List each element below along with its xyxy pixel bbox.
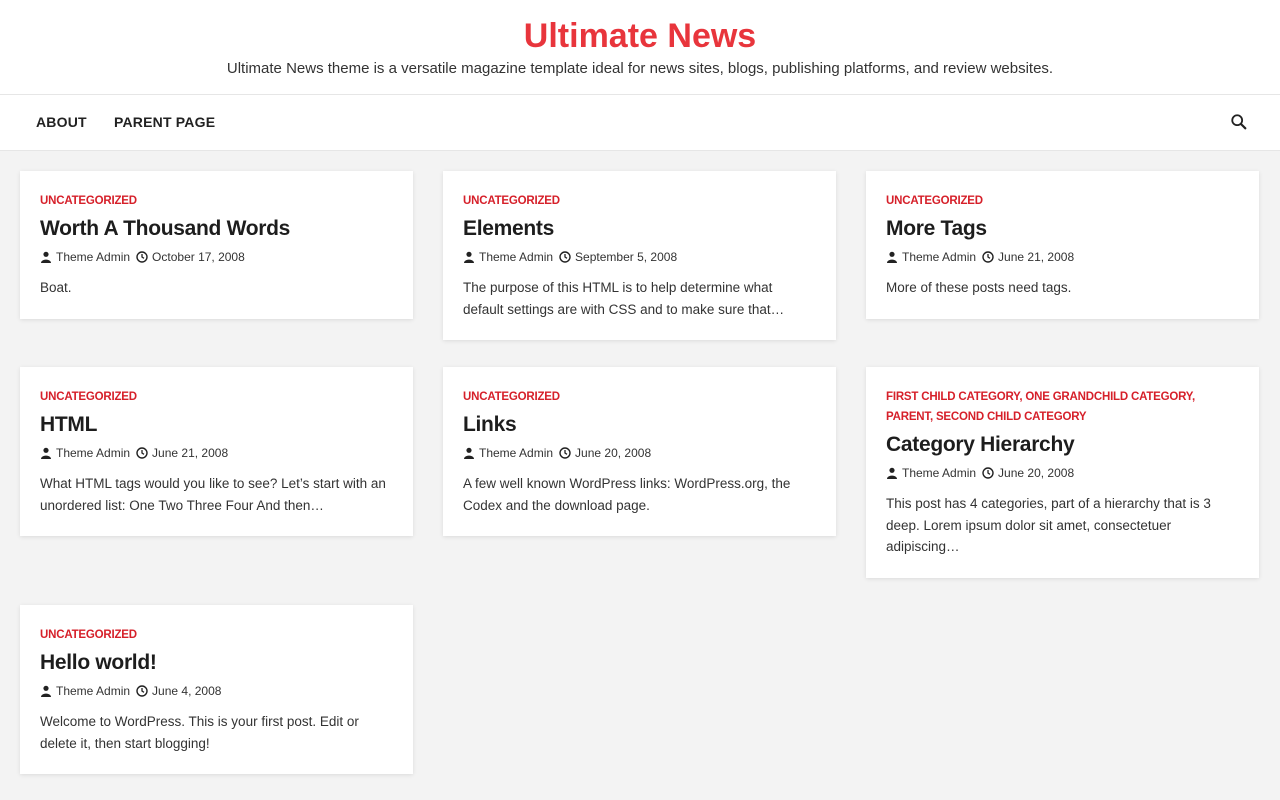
date-text: June 21, 2008 bbox=[152, 446, 229, 460]
post-card: UNCATEGORIZED Worth A Thousand Words The… bbox=[20, 171, 413, 319]
site-description: Ultimate News theme is a versatile magaz… bbox=[226, 60, 1054, 77]
post-author[interactable]: Theme Admin bbox=[886, 465, 976, 481]
post-card: UNCATEGORIZED HTML Theme Admin June 21, … bbox=[20, 367, 413, 536]
post-excerpt: The purpose of this HTML is to help dete… bbox=[463, 280, 785, 317]
post-card: UNCATEGORIZED Hello world! Theme Admin J… bbox=[20, 605, 413, 774]
user-icon bbox=[887, 467, 897, 479]
post-excerpt: This post has 4 categories, part of a hi… bbox=[886, 496, 1211, 554]
author-name: Theme Admin bbox=[902, 250, 977, 264]
post-card: FIRST CHILD CATEGORY, ONE GRANDCHILD CAT… bbox=[866, 367, 1259, 578]
post-categories: UNCATEGORIZED bbox=[463, 387, 816, 407]
post-meta: Theme Admin June 20, 2008 bbox=[463, 445, 816, 461]
post-meta: Theme Admin June 4, 2008 bbox=[40, 683, 393, 699]
clock-icon bbox=[982, 251, 994, 263]
date-text: June 21, 2008 bbox=[998, 250, 1075, 264]
site-header: Ultimate News Ultimate News theme is a v… bbox=[0, 0, 1280, 95]
post-excerpt: More of these posts need tags. bbox=[886, 280, 1072, 295]
user-icon bbox=[41, 251, 51, 263]
post-meta: Theme Admin September 5, 2008 bbox=[463, 249, 816, 265]
post-meta: Theme Admin June 21, 2008 bbox=[40, 445, 393, 461]
post-date[interactable]: June 21, 2008 bbox=[136, 445, 228, 461]
search-icon[interactable] bbox=[1230, 113, 1248, 131]
post-date[interactable]: September 5, 2008 bbox=[559, 249, 677, 265]
clock-icon bbox=[136, 251, 148, 263]
category-link[interactable]: UNCATEGORIZED bbox=[40, 195, 137, 207]
post-meta: Theme Admin June 21, 2008 bbox=[886, 249, 1239, 265]
date-text: June 4, 2008 bbox=[152, 684, 222, 698]
post-author[interactable]: Theme Admin bbox=[463, 445, 553, 461]
post-categories: FIRST CHILD CATEGORY, ONE GRANDCHILD CAT… bbox=[886, 391, 1196, 423]
post-date[interactable]: June 21, 2008 bbox=[982, 249, 1074, 265]
post-excerpt: What HTML tags would you like to see? Le… bbox=[40, 476, 386, 513]
post-title[interactable]: Hello world! bbox=[40, 649, 393, 677]
category-link[interactable]: ONE GRANDCHILD CATEGORY bbox=[1025, 391, 1192, 403]
date-text: June 20, 2008 bbox=[998, 466, 1075, 480]
post-title[interactable]: HTML bbox=[40, 411, 393, 439]
category-link[interactable]: UNCATEGORIZED bbox=[40, 391, 137, 403]
category-link[interactable]: PARENT bbox=[886, 411, 930, 423]
post-date[interactable]: June 20, 2008 bbox=[982, 465, 1074, 481]
nav-item-parent-page[interactable]: PARENT PAGE bbox=[114, 95, 215, 150]
post-date[interactable]: June 4, 2008 bbox=[136, 683, 221, 699]
clock-icon bbox=[559, 447, 571, 459]
author-name: Theme Admin bbox=[56, 446, 131, 460]
category-link[interactable]: UNCATEGORIZED bbox=[40, 629, 137, 641]
author-name: Theme Admin bbox=[56, 684, 131, 698]
date-text: June 20, 2008 bbox=[575, 446, 652, 460]
post-excerpt: A few well known WordPress links: WordPr… bbox=[463, 476, 791, 513]
post-categories: UNCATEGORIZED bbox=[40, 625, 393, 645]
post-categories: UNCATEGORIZED bbox=[886, 191, 1239, 211]
user-icon bbox=[41, 447, 51, 459]
date-text: September 5, 2008 bbox=[575, 250, 678, 264]
user-icon bbox=[464, 447, 474, 459]
post-card: UNCATEGORIZED Elements Theme Admin Septe… bbox=[443, 171, 836, 340]
category-link[interactable]: UNCATEGORIZED bbox=[463, 391, 560, 403]
user-icon bbox=[887, 251, 897, 263]
author-name: Theme Admin bbox=[902, 466, 977, 480]
clock-icon bbox=[559, 251, 571, 263]
clock-icon bbox=[982, 467, 994, 479]
post-categories: UNCATEGORIZED bbox=[463, 191, 816, 211]
user-icon bbox=[464, 251, 474, 263]
post-author[interactable]: Theme Admin bbox=[886, 249, 976, 265]
post-author[interactable]: Theme Admin bbox=[40, 249, 130, 265]
post-meta: Theme Admin October 17, 2008 bbox=[40, 249, 393, 265]
post-meta: Theme Admin June 20, 2008 bbox=[886, 465, 1239, 481]
post-author[interactable]: Theme Admin bbox=[40, 445, 130, 461]
category-link[interactable]: FIRST CHILD CATEGORY bbox=[886, 391, 1020, 403]
post-card: UNCATEGORIZED More Tags Theme Admin June… bbox=[866, 171, 1259, 319]
clock-icon bbox=[136, 685, 148, 697]
post-categories: UNCATEGORIZED bbox=[40, 387, 393, 407]
post-author[interactable]: Theme Admin bbox=[463, 249, 553, 265]
post-author[interactable]: Theme Admin bbox=[40, 683, 130, 699]
post-excerpt: Welcome to WordPress. This is your first… bbox=[40, 714, 359, 751]
post-title[interactable]: Category Hierarchy bbox=[886, 431, 1239, 459]
post-excerpt: Boat. bbox=[40, 280, 72, 295]
author-name: Theme Admin bbox=[479, 250, 554, 264]
author-name: Theme Admin bbox=[56, 250, 131, 264]
post-title[interactable]: More Tags bbox=[886, 215, 1239, 243]
date-text: October 17, 2008 bbox=[152, 250, 245, 264]
clock-icon bbox=[136, 447, 148, 459]
post-date[interactable]: June 20, 2008 bbox=[559, 445, 651, 461]
user-icon bbox=[41, 685, 51, 697]
post-date[interactable]: October 17, 2008 bbox=[136, 249, 245, 265]
post-title[interactable]: Links bbox=[463, 411, 816, 439]
author-name: Theme Admin bbox=[479, 446, 554, 460]
category-link[interactable]: UNCATEGORIZED bbox=[886, 195, 983, 207]
nav-item-about[interactable]: ABOUT bbox=[36, 95, 87, 150]
main-navigation: ABOUT PARENT PAGE bbox=[0, 95, 1280, 151]
category-link[interactable]: UNCATEGORIZED bbox=[463, 195, 560, 207]
post-title[interactable]: Worth A Thousand Words bbox=[40, 215, 393, 243]
site-title[interactable]: Ultimate News bbox=[524, 15, 756, 57]
post-card: UNCATEGORIZED Links Theme Admin June 20,… bbox=[443, 367, 836, 536]
post-categories: UNCATEGORIZED bbox=[40, 191, 393, 211]
post-title[interactable]: Elements bbox=[463, 215, 816, 243]
category-link[interactable]: SECOND CHILD CATEGORY bbox=[936, 411, 1087, 423]
